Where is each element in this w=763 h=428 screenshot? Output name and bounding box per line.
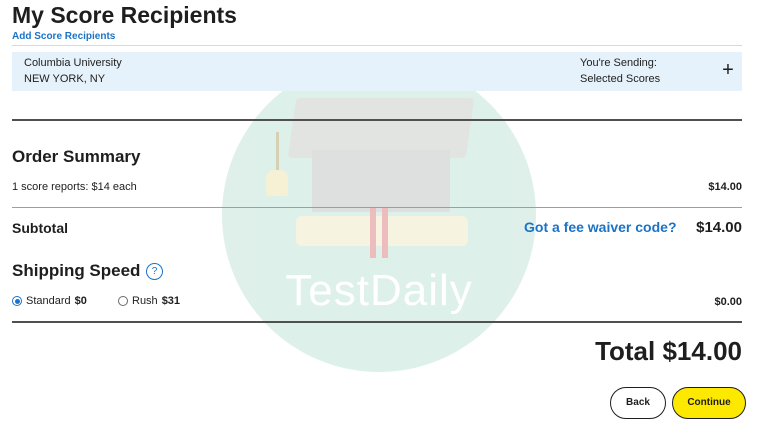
add-score-recipients-link[interactable]: Add Score Recipients [12,31,115,42]
subtotal-divider [12,207,742,208]
shipping-speed-title: Shipping Speed [12,261,141,280]
back-button[interactable]: Back [610,387,666,419]
fee-waiver-link[interactable]: Got a fee waiver code? [524,219,677,235]
page-title: My Score Recipients [12,2,237,28]
recipient-card: Columbia University NEW YORK, NY You're … [12,52,742,91]
sending-label: You're Sending: [580,57,657,69]
sending-value: Selected Scores [580,73,661,85]
continue-button[interactable]: Continue [672,387,746,419]
shipping-amount: $0.00 [714,296,742,308]
rush-radio[interactable] [118,296,128,306]
line-item-description: 1 score reports: $14 each [12,181,137,193]
subtotal-amount: $14.00 [696,219,742,236]
recipient-name: Columbia University [24,57,122,69]
shipping-option-rush[interactable]: Rush $31 [118,295,180,307]
standard-label: Standard [26,295,71,307]
help-question-icon[interactable]: ? [146,263,163,280]
page-content: My Score Recipients Add Score Recipients… [0,0,763,428]
section-divider [12,119,742,121]
line-item-amount: $14.00 [708,181,742,193]
standard-price: $0 [74,295,87,307]
header-divider [12,45,742,46]
order-total: Total $14.00 [595,336,742,366]
rush-label: Rush [132,295,158,307]
total-divider [12,321,742,323]
standard-radio[interactable] [12,296,22,306]
shipping-option-standard[interactable]: Standard $0 [12,295,87,307]
recipient-location: NEW YORK, NY [24,73,106,85]
expand-plus-icon[interactable]: + [718,60,738,80]
rush-price: $31 [161,295,181,307]
subtotal-label: Subtotal [12,220,68,236]
order-summary-title: Order Summary [12,147,141,166]
